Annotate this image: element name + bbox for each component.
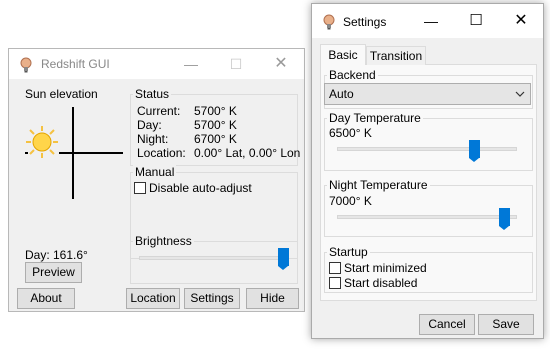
night-temperature-slider-track[interactable] bbox=[337, 215, 517, 219]
redshift-window: Redshift GUI — ☐ ✕ Sun elevation Day: 16… bbox=[8, 48, 305, 312]
status-current-key: Current: bbox=[137, 104, 181, 118]
brightness-slider-thumb[interactable] bbox=[278, 248, 289, 270]
hide-button[interactable]: Hide bbox=[246, 288, 299, 309]
status-group-label: Status bbox=[133, 87, 172, 101]
tab-basic[interactable]: Basic bbox=[320, 44, 366, 65]
manual-group-label: Manual bbox=[133, 165, 177, 179]
window-title: Settings bbox=[343, 15, 387, 29]
day-elevation-label: Day: 161.6° bbox=[25, 248, 88, 262]
status-day-value: 5700° K bbox=[194, 118, 237, 132]
sun-elevation-label: Sun elevation bbox=[25, 87, 98, 101]
close-icon[interactable]: ✕ bbox=[504, 10, 538, 32]
status-location-key: Location: bbox=[137, 146, 186, 160]
status-location-value: 0.00° Lat, 0.00° Lon bbox=[194, 146, 301, 160]
window-title: Redshift GUI bbox=[41, 57, 110, 71]
minimize-icon[interactable]: — bbox=[414, 10, 448, 32]
startup-group-label: Startup bbox=[327, 245, 370, 259]
day-temperature-slider-thumb[interactable] bbox=[468, 140, 480, 162]
settings-button[interactable]: Settings bbox=[184, 288, 240, 309]
day-temperature-slider-track[interactable] bbox=[337, 147, 517, 151]
close-icon[interactable]: ✕ bbox=[264, 53, 298, 75]
night-temperature-slider-thumb[interactable] bbox=[499, 208, 511, 230]
night-temperature-group-label: Night Temperature bbox=[327, 178, 430, 192]
brightness-slider-track[interactable] bbox=[139, 256, 289, 260]
redshift-titlebar[interactable]: Redshift GUI — ☐ ✕ bbox=[9, 49, 304, 79]
disable-auto-adjust-label[interactable]: Disable auto-adjust bbox=[149, 181, 252, 195]
about-button[interactable]: About bbox=[17, 288, 75, 309]
start-disabled-label[interactable]: Start disabled bbox=[344, 276, 417, 290]
night-temperature-value: 7000° K bbox=[329, 194, 372, 208]
maximize-icon[interactable]: ☐ bbox=[459, 10, 493, 32]
preview-button[interactable]: Preview bbox=[25, 262, 82, 283]
tab-transition[interactable]: Transition bbox=[366, 46, 426, 65]
status-night-value: 6700° K bbox=[194, 132, 237, 146]
minimize-icon[interactable]: — bbox=[174, 53, 208, 75]
settings-window: Settings — ☐ ✕ Basic Transition Backend … bbox=[311, 3, 544, 339]
tab-basic-label: Basic bbox=[328, 48, 358, 62]
cancel-button[interactable]: Cancel bbox=[419, 314, 475, 335]
backend-group-label: Backend bbox=[327, 68, 378, 82]
backend-selected-value: Auto bbox=[329, 87, 354, 101]
status-day-key: Day: bbox=[137, 118, 162, 132]
sun-icon bbox=[26, 126, 58, 158]
brightness-group-label: Brightness bbox=[133, 234, 194, 248]
backend-select[interactable]: Auto bbox=[324, 83, 531, 105]
tab-transition-label: Transition bbox=[369, 49, 423, 63]
start-disabled-checkbox[interactable] bbox=[329, 277, 341, 289]
save-button[interactable]: Save bbox=[478, 314, 534, 335]
settings-titlebar[interactable]: Settings — ☐ ✕ bbox=[312, 4, 543, 38]
disable-auto-adjust-checkbox[interactable] bbox=[134, 182, 146, 194]
status-night-key: Night: bbox=[137, 132, 169, 146]
day-temperature-group-label: Day Temperature bbox=[327, 111, 423, 125]
start-minimized-checkbox[interactable] bbox=[329, 262, 341, 274]
lightbulb-icon bbox=[323, 14, 335, 30]
chevron-down-icon bbox=[515, 91, 525, 97]
lightbulb-icon bbox=[20, 57, 32, 73]
start-minimized-label[interactable]: Start minimized bbox=[344, 261, 427, 275]
day-temperature-value: 6500° K bbox=[329, 126, 372, 140]
status-current-value: 5700° K bbox=[194, 104, 237, 118]
location-button[interactable]: Location bbox=[126, 288, 180, 309]
maximize-icon[interactable]: ☐ bbox=[219, 53, 253, 75]
